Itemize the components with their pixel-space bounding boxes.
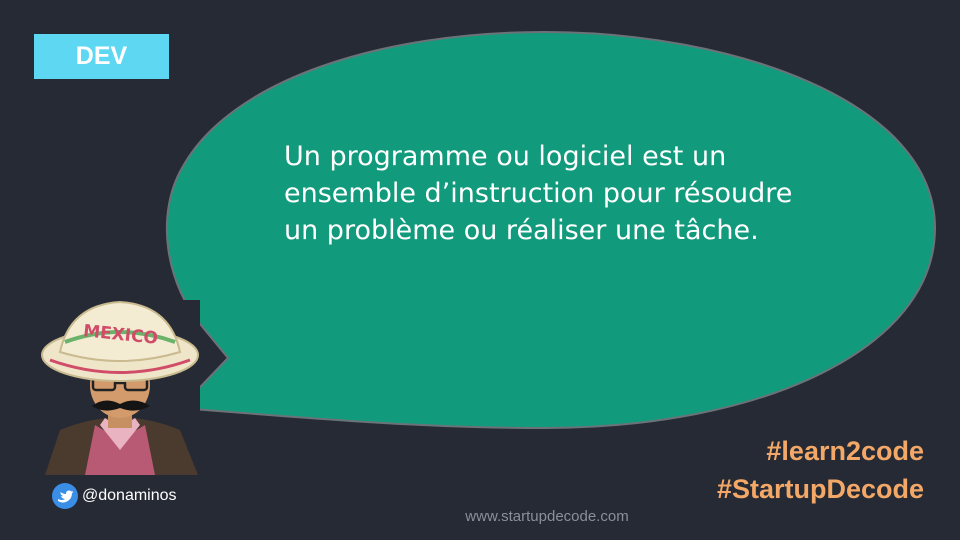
twitter-handle[interactable]: @donaminos	[52, 483, 177, 509]
bubble-text: Un programme ou logiciel est un ensemble…	[284, 141, 793, 246]
hashtag-startupdecode[interactable]: #StartupDecode	[717, 470, 924, 508]
avatar-photo: MEXICO	[40, 300, 200, 475]
hashtag-learn2code[interactable]: #learn2code	[717, 432, 924, 470]
twitter-handle-text: @donaminos	[82, 487, 177, 504]
twitter-bird-icon	[52, 483, 78, 509]
website-link[interactable]: www.startupdecode.com	[0, 508, 960, 525]
hashtags: #learn2code #StartupDecode	[717, 432, 924, 508]
avatar: MEXICO	[40, 300, 200, 475]
